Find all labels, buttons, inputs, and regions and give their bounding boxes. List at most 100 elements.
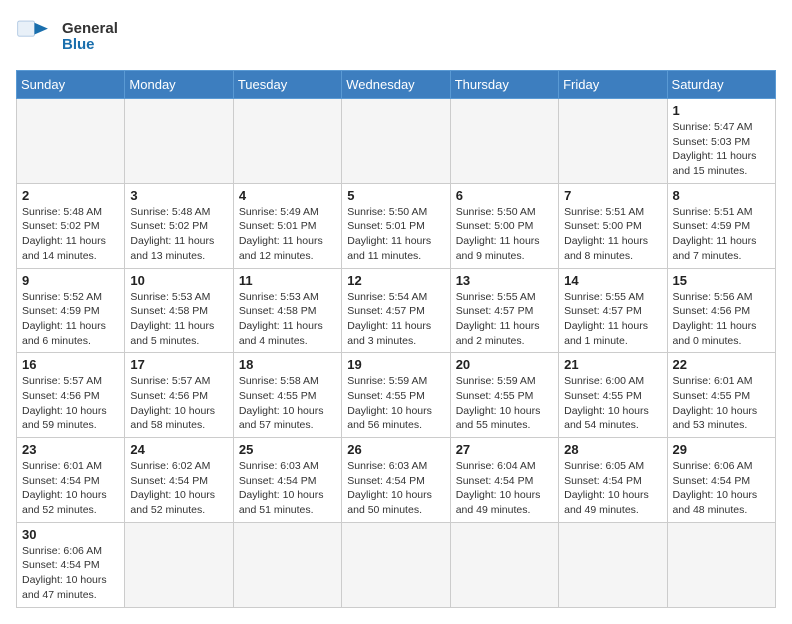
day-info: Sunrise: 5:55 AM Sunset: 4:57 PM Dayligh… xyxy=(564,290,661,349)
days-of-week-row: SundayMondayTuesdayWednesdayThursdayFrid… xyxy=(17,71,776,99)
day-info: Sunrise: 5:59 AM Sunset: 4:55 PM Dayligh… xyxy=(456,374,553,433)
day-number: 16 xyxy=(22,357,119,372)
calendar-cell xyxy=(233,99,341,184)
day-number: 25 xyxy=(239,442,336,457)
calendar-cell: 11 Sunrise: 5:53 AM Sunset: 4:58 PM Dayli… xyxy=(233,268,341,353)
day-of-week-saturday: Saturday xyxy=(667,71,775,99)
day-number: 4 xyxy=(239,188,336,203)
calendar-cell: 5 Sunrise: 5:50 AM Sunset: 5:01 PM Daylig… xyxy=(342,183,450,268)
week-row-6: 30 Sunrise: 6:06 AM Sunset: 4:54 PM Dayli… xyxy=(17,522,776,607)
calendar-cell: 1Sunrise: 5:47 AM Sunset: 5:03 PM Daylig… xyxy=(667,99,775,184)
calendar-cell: 10 Sunrise: 5:53 AM Sunset: 4:58 PM Dayli… xyxy=(125,268,233,353)
day-of-week-monday: Monday xyxy=(125,71,233,99)
calendar-cell xyxy=(450,522,558,607)
day-number: 13 xyxy=(456,273,553,288)
day-info: Sunrise: 5:59 AM Sunset: 4:55 PM Dayligh… xyxy=(347,374,444,433)
calendar-cell: 29 Sunrise: 6:06 AM Sunset: 4:54 PM Dayli… xyxy=(667,438,775,523)
logo-general-text: General xyxy=(62,21,118,38)
calendar-cell xyxy=(233,522,341,607)
day-number: 27 xyxy=(456,442,553,457)
calendar-cell: 24 Sunrise: 6:02 AM Sunset: 4:54 PM Dayli… xyxy=(125,438,233,523)
day-number: 10 xyxy=(130,273,227,288)
day-info: Sunrise: 5:53 AM Sunset: 4:58 PM Dayligh… xyxy=(130,290,227,349)
calendar-header: SundayMondayTuesdayWednesdayThursdayFrid… xyxy=(17,71,776,99)
day-number: 14 xyxy=(564,273,661,288)
day-info: Sunrise: 6:05 AM Sunset: 4:54 PM Dayligh… xyxy=(564,459,661,518)
calendar-cell: 21Sunrise: 6:00 AM Sunset: 4:55 PM Dayli… xyxy=(559,353,667,438)
calendar-cell: 17 Sunrise: 5:57 AM Sunset: 4:56 PM Dayli… xyxy=(125,353,233,438)
calendar-cell xyxy=(450,99,558,184)
day-info: Sunrise: 5:51 AM Sunset: 5:00 PM Dayligh… xyxy=(564,205,661,264)
day-of-week-friday: Friday xyxy=(559,71,667,99)
calendar-cell: 23 Sunrise: 6:01 AM Sunset: 4:54 PM Dayli… xyxy=(17,438,125,523)
day-number: 8 xyxy=(673,188,770,203)
calendar-cell: 20 Sunrise: 5:59 AM Sunset: 4:55 PM Dayli… xyxy=(450,353,558,438)
day-info: Sunrise: 5:47 AM Sunset: 5:03 PM Dayligh… xyxy=(673,120,770,179)
day-info: Sunrise: 6:04 AM Sunset: 4:54 PM Dayligh… xyxy=(456,459,553,518)
day-number: 3 xyxy=(130,188,227,203)
week-row-1: 1Sunrise: 5:47 AM Sunset: 5:03 PM Daylig… xyxy=(17,99,776,184)
calendar-cell: 19Sunrise: 5:59 AM Sunset: 4:55 PM Dayli… xyxy=(342,353,450,438)
day-number: 15 xyxy=(673,273,770,288)
day-info: Sunrise: 5:56 AM Sunset: 4:56 PM Dayligh… xyxy=(673,290,770,349)
week-row-2: 2 Sunrise: 5:48 AM Sunset: 5:02 PM Daylig… xyxy=(17,183,776,268)
day-info: Sunrise: 5:55 AM Sunset: 4:57 PM Dayligh… xyxy=(456,290,553,349)
day-number: 17 xyxy=(130,357,227,372)
day-number: 12 xyxy=(347,273,444,288)
calendar-cell: 8 Sunrise: 5:51 AM Sunset: 4:59 PM Daylig… xyxy=(667,183,775,268)
day-of-week-thursday: Thursday xyxy=(450,71,558,99)
day-info: Sunrise: 6:03 AM Sunset: 4:54 PM Dayligh… xyxy=(239,459,336,518)
day-number: 26 xyxy=(347,442,444,457)
day-info: Sunrise: 5:48 AM Sunset: 5:02 PM Dayligh… xyxy=(130,205,227,264)
day-info: Sunrise: 5:54 AM Sunset: 4:57 PM Dayligh… xyxy=(347,290,444,349)
week-row-3: 9 Sunrise: 5:52 AM Sunset: 4:59 PM Daylig… xyxy=(17,268,776,353)
day-number: 5 xyxy=(347,188,444,203)
logo-blue-text: Blue xyxy=(62,37,118,54)
calendar-cell xyxy=(125,99,233,184)
calendar-cell: 18Sunrise: 5:58 AM Sunset: 4:55 PM Dayli… xyxy=(233,353,341,438)
day-info: Sunrise: 6:03 AM Sunset: 4:54 PM Dayligh… xyxy=(347,459,444,518)
calendar-cell: 26 Sunrise: 6:03 AM Sunset: 4:54 PM Dayli… xyxy=(342,438,450,523)
calendar-cell: 16 Sunrise: 5:57 AM Sunset: 4:56 PM Dayli… xyxy=(17,353,125,438)
day-number: 22 xyxy=(673,357,770,372)
day-of-week-tuesday: Tuesday xyxy=(233,71,341,99)
day-info: Sunrise: 6:01 AM Sunset: 4:54 PM Dayligh… xyxy=(22,459,119,518)
day-info: Sunrise: 5:51 AM Sunset: 4:59 PM Dayligh… xyxy=(673,205,770,264)
calendar-cell: 4 Sunrise: 5:49 AM Sunset: 5:01 PM Daylig… xyxy=(233,183,341,268)
calendar-cell: 9 Sunrise: 5:52 AM Sunset: 4:59 PM Daylig… xyxy=(17,268,125,353)
day-number: 29 xyxy=(673,442,770,457)
day-number: 9 xyxy=(22,273,119,288)
day-info: Sunrise: 5:53 AM Sunset: 4:58 PM Dayligh… xyxy=(239,290,336,349)
day-info: Sunrise: 6:02 AM Sunset: 4:54 PM Dayligh… xyxy=(130,459,227,518)
day-number: 28 xyxy=(564,442,661,457)
day-number: 6 xyxy=(456,188,553,203)
calendar-cell xyxy=(559,99,667,184)
calendar-cell: 7 Sunrise: 5:51 AM Sunset: 5:00 PM Daylig… xyxy=(559,183,667,268)
calendar-cell xyxy=(667,522,775,607)
day-info: Sunrise: 5:49 AM Sunset: 5:01 PM Dayligh… xyxy=(239,205,336,264)
calendar-cell: 14 Sunrise: 5:55 AM Sunset: 4:57 PM Dayli… xyxy=(559,268,667,353)
day-number: 23 xyxy=(22,442,119,457)
day-number: 7 xyxy=(564,188,661,203)
day-number: 30 xyxy=(22,527,119,542)
calendar-body: 1Sunrise: 5:47 AM Sunset: 5:03 PM Daylig… xyxy=(17,99,776,608)
calendar-cell: 27 Sunrise: 6:04 AM Sunset: 4:54 PM Dayli… xyxy=(450,438,558,523)
calendar-cell xyxy=(559,522,667,607)
day-info: Sunrise: 5:48 AM Sunset: 5:02 PM Dayligh… xyxy=(22,205,119,264)
day-info: Sunrise: 6:06 AM Sunset: 4:54 PM Dayligh… xyxy=(673,459,770,518)
day-of-week-wednesday: Wednesday xyxy=(342,71,450,99)
day-number: 2 xyxy=(22,188,119,203)
day-info: Sunrise: 6:06 AM Sunset: 4:54 PM Dayligh… xyxy=(22,544,119,603)
day-number: 11 xyxy=(239,273,336,288)
calendar-cell: 15 Sunrise: 5:56 AM Sunset: 4:56 PM Dayli… xyxy=(667,268,775,353)
day-info: Sunrise: 5:50 AM Sunset: 5:01 PM Dayligh… xyxy=(347,205,444,264)
day-info: Sunrise: 6:01 AM Sunset: 4:55 PM Dayligh… xyxy=(673,374,770,433)
calendar-cell xyxy=(342,99,450,184)
calendar-cell: 2 Sunrise: 5:48 AM Sunset: 5:02 PM Daylig… xyxy=(17,183,125,268)
day-number: 20 xyxy=(456,357,553,372)
calendar-cell: 6Sunrise: 5:50 AM Sunset: 5:00 PM Daylig… xyxy=(450,183,558,268)
day-info: Sunrise: 5:57 AM Sunset: 4:56 PM Dayligh… xyxy=(130,374,227,433)
day-number: 24 xyxy=(130,442,227,457)
day-info: Sunrise: 5:52 AM Sunset: 4:59 PM Dayligh… xyxy=(22,290,119,349)
day-info: Sunrise: 5:57 AM Sunset: 4:56 PM Dayligh… xyxy=(22,374,119,433)
